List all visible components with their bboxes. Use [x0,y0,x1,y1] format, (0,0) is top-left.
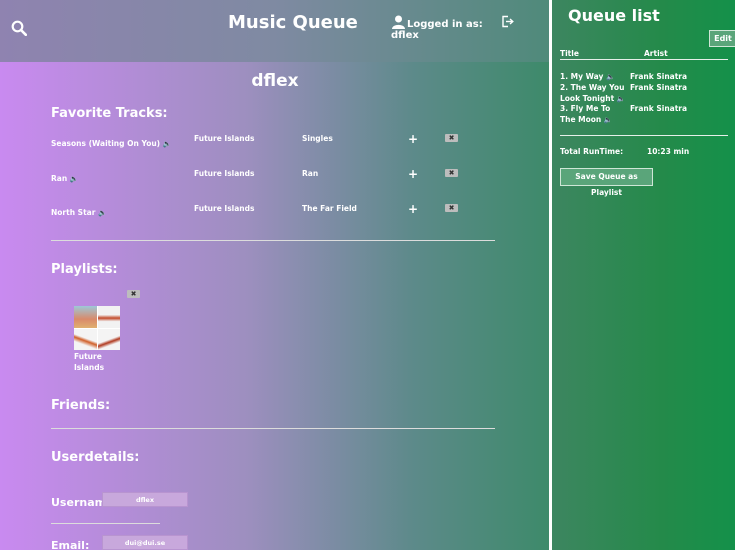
user-icon [392,15,405,29]
divider [51,523,160,524]
track-title[interactable]: North Star 🔈 [51,208,107,217]
add-to-queue-button[interactable]: + [408,202,418,216]
email-label: Email: [51,539,90,550]
edit-queue-button[interactable]: Edit [709,30,735,47]
remove-track-button[interactable]: ✖ [445,134,458,142]
divider [560,59,728,60]
add-to-queue-button[interactable]: + [408,167,418,181]
track-album: Singles [302,134,333,143]
queue-title: Queue list [568,6,660,25]
queue-item-artist: Frank Sinatra [630,83,688,92]
search-icon[interactable] [11,20,27,36]
main-panel: Music Queue Logged in as: dflex dflex Fa… [0,0,550,550]
app-title: Music Queue [228,12,358,33]
track-title[interactable]: Ran 🔈 [51,174,79,183]
queue-col-title: Title [560,49,579,58]
speaker-icon[interactable]: 🔈 [98,209,107,217]
queue-panel: Queue list Edit Title Artist 1. My Way 🔈… [552,0,735,550]
track-row: North Star 🔈 Future Islands The Far Fiel… [0,202,550,228]
divider [51,240,495,241]
track-artist: Future Islands [194,169,255,178]
remove-track-button[interactable]: ✖ [445,169,458,177]
speaker-icon[interactable]: 🔈 [604,116,613,124]
speaker-icon[interactable]: 🔈 [70,175,79,183]
username-field[interactable]: dflex [102,492,188,507]
save-queue-button[interactable]: Save Queue as Playlist [560,168,653,197]
email-field[interactable]: dui@dui.se [102,535,188,550]
add-to-queue-button[interactable]: + [408,132,418,146]
userdetails-title: Userdetails: [51,450,140,465]
track-row: Ran 🔈 Future Islands Ran + ✖ [0,167,550,194]
queue-item-title: 3. Fly Me To The Moon 🔈 [560,104,613,124]
favorite-tracks-title: Favorite Tracks: [51,106,168,121]
queue-col-artist: Artist [644,49,668,58]
profile-name: dflex [251,71,299,91]
remove-track-button[interactable]: ✖ [445,204,458,212]
track-title[interactable]: Seasons (Waiting On You) 🔈 [51,139,171,148]
logged-in-label: Logged in as: [407,19,483,30]
cover-tile [74,306,97,328]
total-runtime-value: 10:23 min [647,147,690,156]
playlist-cover[interactable] [74,306,120,350]
total-runtime-label: Total RunTime: [560,147,624,156]
divider [560,135,728,136]
track-artist: Future Islands [194,134,255,143]
friends-title: Friends: [51,398,111,413]
track-artist: Future Islands [194,204,255,213]
cover-tile [97,328,120,350]
top-bar: Music Queue Logged in as: dflex [0,0,550,62]
queue-item-artist: Frank Sinatra [630,104,688,113]
track-album: Ran [302,169,319,178]
playlist-name[interactable]: Future Islands [74,351,124,373]
delete-playlist-button[interactable]: ✖ [127,290,140,298]
cover-tile [97,306,120,328]
track-album: The Far Field [302,204,357,213]
speaker-icon[interactable]: 🔈 [606,73,615,81]
cover-tile [74,328,97,350]
speaker-icon[interactable]: 🔈 [617,95,626,103]
divider [51,428,495,429]
speaker-icon[interactable]: 🔈 [163,140,172,148]
queue-item-title: 2. The Way You Look Tonight 🔈 [560,83,626,103]
logged-in-username: dflex [391,30,419,41]
track-row: Seasons (Waiting On You) 🔈 Future Island… [0,132,550,159]
queue-item-artist: Frank Sinatra [630,72,688,81]
logout-icon[interactable] [501,15,514,28]
playlists-title: Playlists: [51,262,118,277]
